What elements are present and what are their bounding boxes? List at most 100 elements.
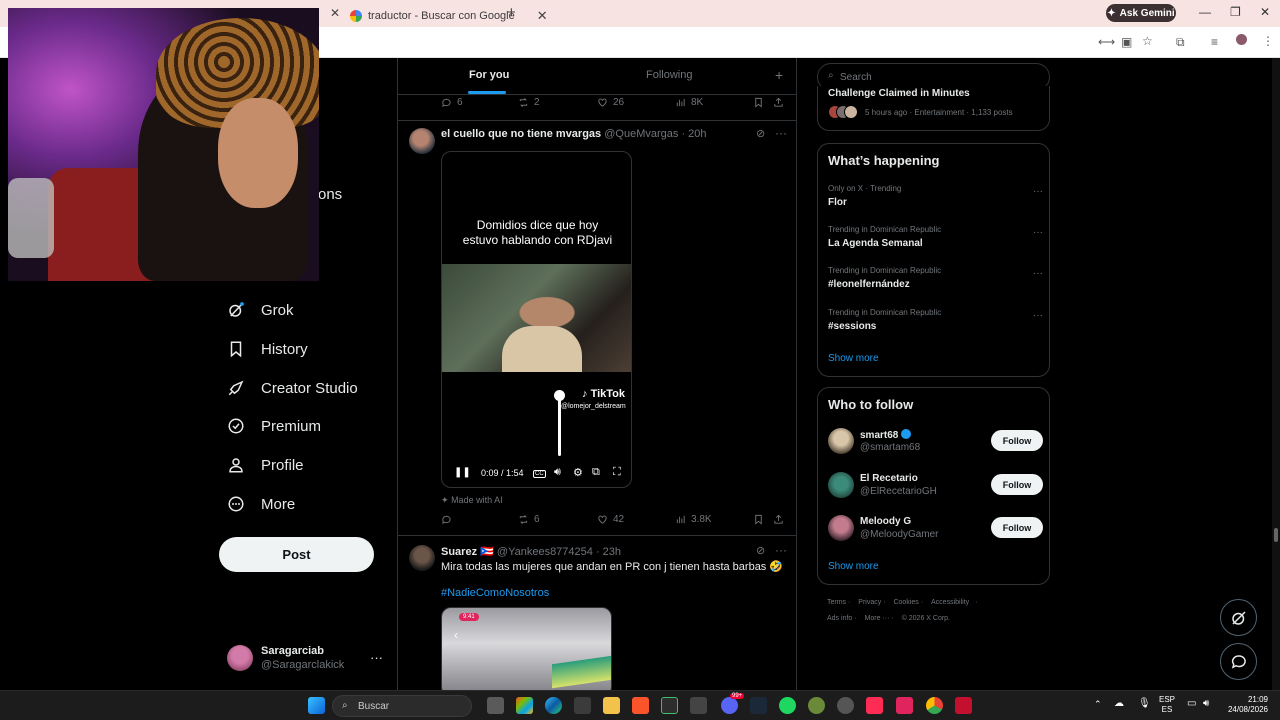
share-button[interactable] [773, 97, 784, 108]
trend-item[interactable]: Trending in Dominican Republic La Agenda… [828, 225, 1043, 259]
footer-link[interactable]: Terms [827, 599, 846, 606]
show-more-link[interactable]: Show more [828, 353, 879, 364]
avatar[interactable] [409, 128, 435, 154]
bookmark-button[interactable] [753, 514, 764, 525]
trend-item[interactable]: Only on X · Trending Flor ··· [828, 184, 1043, 218]
bookmark-star-icon[interactable]: ☆ [1142, 34, 1153, 48]
author-handle[interactable]: @QueMvargas [604, 128, 678, 140]
tiktok-icon[interactable] [866, 697, 883, 714]
trend-more-icon[interactable]: ··· [1033, 186, 1043, 197]
nav-item-grok[interactable]: Grok [227, 296, 294, 324]
ask-gemini-button[interactable]: ✦ Ask Gemini [1106, 4, 1176, 22]
display-icon[interactable]: ▭ [1187, 699, 1196, 709]
widgets-icon[interactable] [516, 697, 533, 714]
page-scrollbar[interactable] [1272, 58, 1280, 690]
restore-icon[interactable]: ❐ [1230, 5, 1241, 19]
trend-more-icon[interactable]: ··· [1033, 268, 1043, 279]
share-button[interactable] [773, 514, 784, 525]
close-tab-icon[interactable]: ✕ [330, 6, 340, 20]
volume-slider-handle[interactable] [554, 390, 565, 401]
video-player[interactable]: Domidios dice que hoy estuvo hablando co… [441, 151, 632, 488]
repost-button[interactable]: 2 [518, 97, 540, 108]
follow-button[interactable]: Follow [991, 517, 1043, 538]
chrome-menu-icon[interactable]: ⋮ [1262, 34, 1274, 48]
repost-button[interactable]: 6 [518, 514, 540, 525]
taskbar-search[interactable]: ⌕ Buscar [332, 695, 472, 717]
file-explorer-icon[interactable] [603, 697, 620, 714]
windows-start-icon[interactable] [308, 697, 325, 714]
app-icon[interactable] [690, 697, 707, 714]
trend-item[interactable]: Trending in Dominican Republic #leonelfe… [828, 266, 1043, 300]
grok-fab[interactable] [1220, 599, 1257, 636]
extensions-icon[interactable]: ⧉ [1176, 35, 1185, 50]
language-indicator[interactable]: ESP ES [1159, 695, 1175, 715]
footer-link[interactable]: More ··· [865, 615, 890, 622]
fullscreen-icon[interactable]: ⛶ [613, 466, 621, 479]
reply-button[interactable]: 6 [441, 97, 463, 108]
follow-button[interactable]: Follow [991, 430, 1043, 451]
store-icon[interactable] [574, 697, 591, 714]
app-icon[interactable] [837, 697, 854, 714]
edge-icon[interactable] [545, 697, 562, 714]
reply-button[interactable] [441, 514, 457, 525]
nav-item-history[interactable]: History [227, 335, 308, 363]
translate-icon[interactable]: ⟷ [1098, 35, 1115, 49]
more-options-icon[interactable]: ··· [775, 126, 787, 140]
more-options-icon[interactable]: ··· [775, 543, 787, 557]
reading-list-icon[interactable]: ≡ [1211, 35, 1218, 49]
tab-for-you[interactable]: For you [469, 69, 509, 81]
nav-item-creator-studio[interactable]: Creator Studio [227, 374, 358, 402]
follow-button[interactable]: Follow [991, 474, 1043, 495]
trend-more-icon[interactable]: ··· [1033, 227, 1043, 238]
onedrive-icon[interactable]: ☁ [1114, 699, 1124, 709]
tweet-media[interactable]: 9:41 ‹ [441, 607, 612, 690]
nav-item-more[interactable]: More [227, 490, 295, 518]
tab-following[interactable]: Following [646, 69, 692, 81]
steam-icon[interactable] [750, 697, 767, 714]
follow-suggestion[interactable]: smart68 @smartam68 Follow [828, 426, 1043, 460]
account-switcher[interactable]: Saragarciab @Saragarclakick ··· [227, 642, 387, 674]
app-icon[interactable] [808, 697, 825, 714]
post-button[interactable]: Post [219, 537, 374, 572]
discord-icon[interactable] [721, 697, 738, 714]
add-tab-icon[interactable]: + [775, 67, 783, 83]
footer-link[interactable]: Ads info [827, 615, 852, 622]
app-icon[interactable] [896, 697, 913, 714]
chrome-icon[interactable] [926, 697, 943, 714]
author-name[interactable]: Suarez [441, 546, 477, 558]
grok-icon[interactable]: ⊘ [756, 127, 765, 140]
close-window-icon[interactable]: ✕ [1260, 5, 1270, 19]
trend-more-icon[interactable]: ··· [1033, 310, 1043, 321]
close-tab-icon[interactable]: ✕ [537, 8, 548, 24]
minimize-icon[interactable]: — [1199, 5, 1211, 19]
messages-fab[interactable] [1220, 643, 1257, 680]
pip-icon[interactable]: ⧉ [592, 466, 600, 479]
author-handle[interactable]: @Yankees8774254 [497, 546, 593, 558]
volume-slider[interactable] [558, 396, 561, 456]
nav-item-premium[interactable]: Premium [227, 412, 321, 440]
chevron-up-icon[interactable]: ⌃ [1094, 699, 1102, 709]
footer-link[interactable]: Privacy [858, 599, 881, 606]
volume-icon[interactable]: 🔊︎ [1203, 699, 1209, 709]
tweet-time[interactable]: · 23h [596, 546, 621, 558]
avatar[interactable] [409, 545, 435, 571]
show-more-link[interactable]: Show more [828, 561, 879, 572]
new-tab-icon[interactable]: + [507, 4, 516, 21]
hashtag-link[interactable]: #NadieComoNosotros [441, 587, 549, 599]
app-icon[interactable] [661, 697, 678, 714]
cast-icon[interactable]: ▣ [1121, 35, 1132, 49]
footer-link[interactable]: Cookies [893, 599, 918, 606]
captions-icon[interactable]: CC [533, 470, 546, 478]
tweet-time[interactable]: · 20h [681, 128, 706, 140]
author-name[interactable]: el cuello que no tiene mvargas [441, 128, 601, 140]
like-button[interactable]: 42 [597, 514, 624, 525]
bookmark-button[interactable] [753, 97, 764, 108]
views-button[interactable]: 8K [675, 97, 703, 108]
scrollbar-thumb[interactable] [1274, 528, 1278, 542]
footer-link[interactable]: Accessibility [931, 599, 969, 606]
app-icon[interactable] [955, 697, 972, 714]
browser-tab[interactable]: traductor - Buscar con Google ✕ [350, 4, 548, 27]
settings-icon[interactable]: ⚙ [573, 466, 583, 479]
views-button[interactable]: 3.8K [675, 514, 712, 525]
profile-avatar-icon[interactable] [1236, 34, 1247, 45]
